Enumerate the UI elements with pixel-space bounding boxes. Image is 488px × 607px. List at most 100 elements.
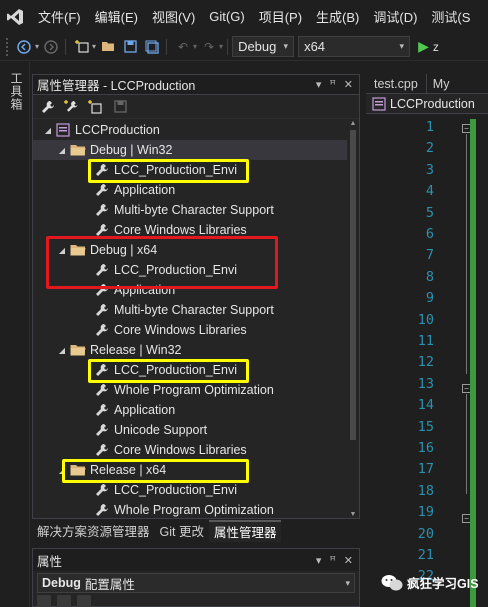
tree-property-sheet[interactable]: Core Windows Libraries [33,440,347,460]
add-new-property-sheet-icon[interactable] [63,98,81,116]
wrench-icon [95,403,109,417]
chevron-down-icon[interactable]: ▾ [35,42,39,51]
visual-studio-logo-icon[interactable] [0,0,30,33]
menu-file[interactable]: 文件(F) [30,7,88,26]
tree-property-sheet[interactable]: Core Windows Libraries [33,220,347,240]
tree-property-sheet[interactable]: LCC_Production_Envi [33,480,347,500]
pin-icon[interactable]: ꟸ [329,554,335,567]
save-icon[interactable] [111,98,129,116]
tab-my[interactable]: My [425,73,458,94]
chevron-down-icon: ▾ [283,41,289,51]
tree-property-sheet[interactable]: LCC_Production_Envi [33,160,347,180]
chevron-down-icon[interactable]: ▾ [219,42,223,51]
tree-node-label: LCC_Production_Envi [114,163,237,177]
menu-debug[interactable]: 调试(D) [366,7,424,26]
line-number: 13 [417,375,434,392]
toolbar-grip[interactable] [6,37,12,56]
tree-property-sheet[interactable]: Multi-byte Character Support [33,300,347,320]
line-number: 9 [425,290,434,307]
side-tool-strip [0,62,30,607]
close-icon[interactable]: ✕ [344,554,353,567]
property-pages-icon[interactable] [77,595,91,607]
redo-icon[interactable]: ↷ [199,37,219,57]
window-position-icon[interactable]: ▾ [316,554,322,567]
solution-platform-combo[interactable]: x64 ▾ [298,36,411,57]
toolbar-divider [65,38,67,55]
window-position-icon[interactable]: ▾ [316,78,322,91]
chevron-down-icon[interactable]: ▾ [193,42,197,51]
solution-configuration-combo[interactable]: Debug ▾ [232,36,295,57]
back-icon[interactable] [14,37,34,57]
tree-configuration-node[interactable]: ◢ Release | x64 [33,460,347,480]
tree-configuration-node[interactable]: ◢ Release | Win32 [33,340,347,360]
menu-project[interactable]: 项目(P) [252,7,309,26]
tree-property-sheet[interactable]: Whole Program Optimization [33,500,347,518]
tree-property-sheet[interactable]: Application [33,280,347,300]
tree-node-label: Multi-byte Character Support [114,203,274,217]
tree-configuration-node[interactable]: ◢ Debug | Win32 [33,140,347,160]
tree-project-node[interactable]: ◢ LCCProduction [33,120,347,140]
tab-solution-explorer[interactable]: 解决方案资源管理器 [32,520,155,542]
menu-test[interactable]: 测试(S [424,7,477,26]
wrench-icon [95,423,109,437]
toolbox-tab[interactable]: 工具箱 [8,72,25,111]
cpp-project-icon [372,96,386,111]
nav-project-name: LCCProduction [390,96,475,111]
tree-property-sheet[interactable]: Unicode Support [33,420,347,440]
tree-property-sheet[interactable]: Application [33,180,347,200]
tree-node-label: Core Windows Libraries [114,323,247,337]
collapse-arrow-icon[interactable]: ◢ [43,126,53,135]
tree-property-sheet[interactable]: Whole Program Optimization [33,380,347,400]
tab-property-manager[interactable]: 属性管理器 [208,519,282,542]
scrollbar-thumb[interactable] [350,130,356,440]
properties-panel: 属性 ▾ ꟸ ✕ Debug 配置属性 ▾ [32,548,360,607]
new-project-icon[interactable] [72,37,92,57]
line-number: 1 [425,119,434,135]
menu-build[interactable]: 生成(B) [309,7,366,26]
line-number: 20 [417,525,434,542]
code-editor: test.cpp My LCCProduction 1 2 3 4 5 6 7 8 9 10 11 1… [366,73,488,607]
properties-wrench-icon[interactable] [39,98,57,116]
undo-icon[interactable]: ↶ [173,37,193,57]
open-folder-icon[interactable] [98,37,118,57]
menu-git[interactable]: Git(G) [202,9,251,24]
tab-test-cpp[interactable]: test.cpp [366,74,426,94]
properties-object-combo[interactable]: Debug 配置属性 ▾ [37,573,355,593]
tree-property-sheet[interactable]: LCC_Production_Envi [33,360,347,380]
tab-git-changes[interactable]: Git 更改 [155,520,209,542]
add-existing-property-sheet-icon[interactable] [87,98,105,116]
scroll-down-icon[interactable]: ▼ [349,511,357,518]
start-debugging-icon[interactable]: ▶ [418,38,429,55]
collapse-arrow-icon[interactable]: ◢ [57,246,67,255]
tree-configuration-node[interactable]: ◢ Debug | x64 [33,240,347,260]
tree-node-label: Debug | Win32 [90,143,173,157]
tree-scrollbar[interactable]: ▲ ▼ [348,120,358,518]
tree-node-label: Multi-byte Character Support [114,303,274,317]
tree-property-sheet[interactable]: LCC_Production_Envi [33,260,347,280]
forward-icon[interactable] [41,37,61,57]
tree-property-sheet[interactable]: Multi-byte Character Support [33,200,347,220]
save-all-icon[interactable] [142,37,162,57]
scroll-up-icon[interactable]: ▲ [349,120,357,127]
tree-property-sheet[interactable]: Application [33,400,347,420]
start-debugging-label[interactable]: z [433,40,439,54]
save-icon[interactable] [120,37,140,57]
menu-edit[interactable]: 编辑(E) [88,7,145,26]
categorized-icon[interactable] [37,595,51,607]
menu-view[interactable]: 视图(V) [145,7,202,26]
collapse-arrow-icon[interactable]: ◢ [57,466,67,475]
cpp-project-icon [56,123,70,137]
toolbar-divider [227,38,229,55]
editor-navigation-bar[interactable]: LCCProduction [366,94,488,114]
collapse-arrow-icon[interactable]: ◢ [57,146,67,155]
wrench-icon [95,183,109,197]
chevron-down-icon[interactable]: ▾ [92,42,96,51]
tree-node-label: Unicode Support [114,423,208,437]
close-icon[interactable]: ✕ [344,78,353,91]
tree-property-sheet[interactable]: Core Windows Libraries [33,320,347,340]
folder-icon [70,344,86,356]
alphabetical-icon[interactable] [57,595,71,607]
tree-node-label: Release | x64 [90,463,167,477]
pin-icon[interactable]: ꟸ [329,78,335,91]
collapse-arrow-icon[interactable]: ◢ [57,346,67,355]
